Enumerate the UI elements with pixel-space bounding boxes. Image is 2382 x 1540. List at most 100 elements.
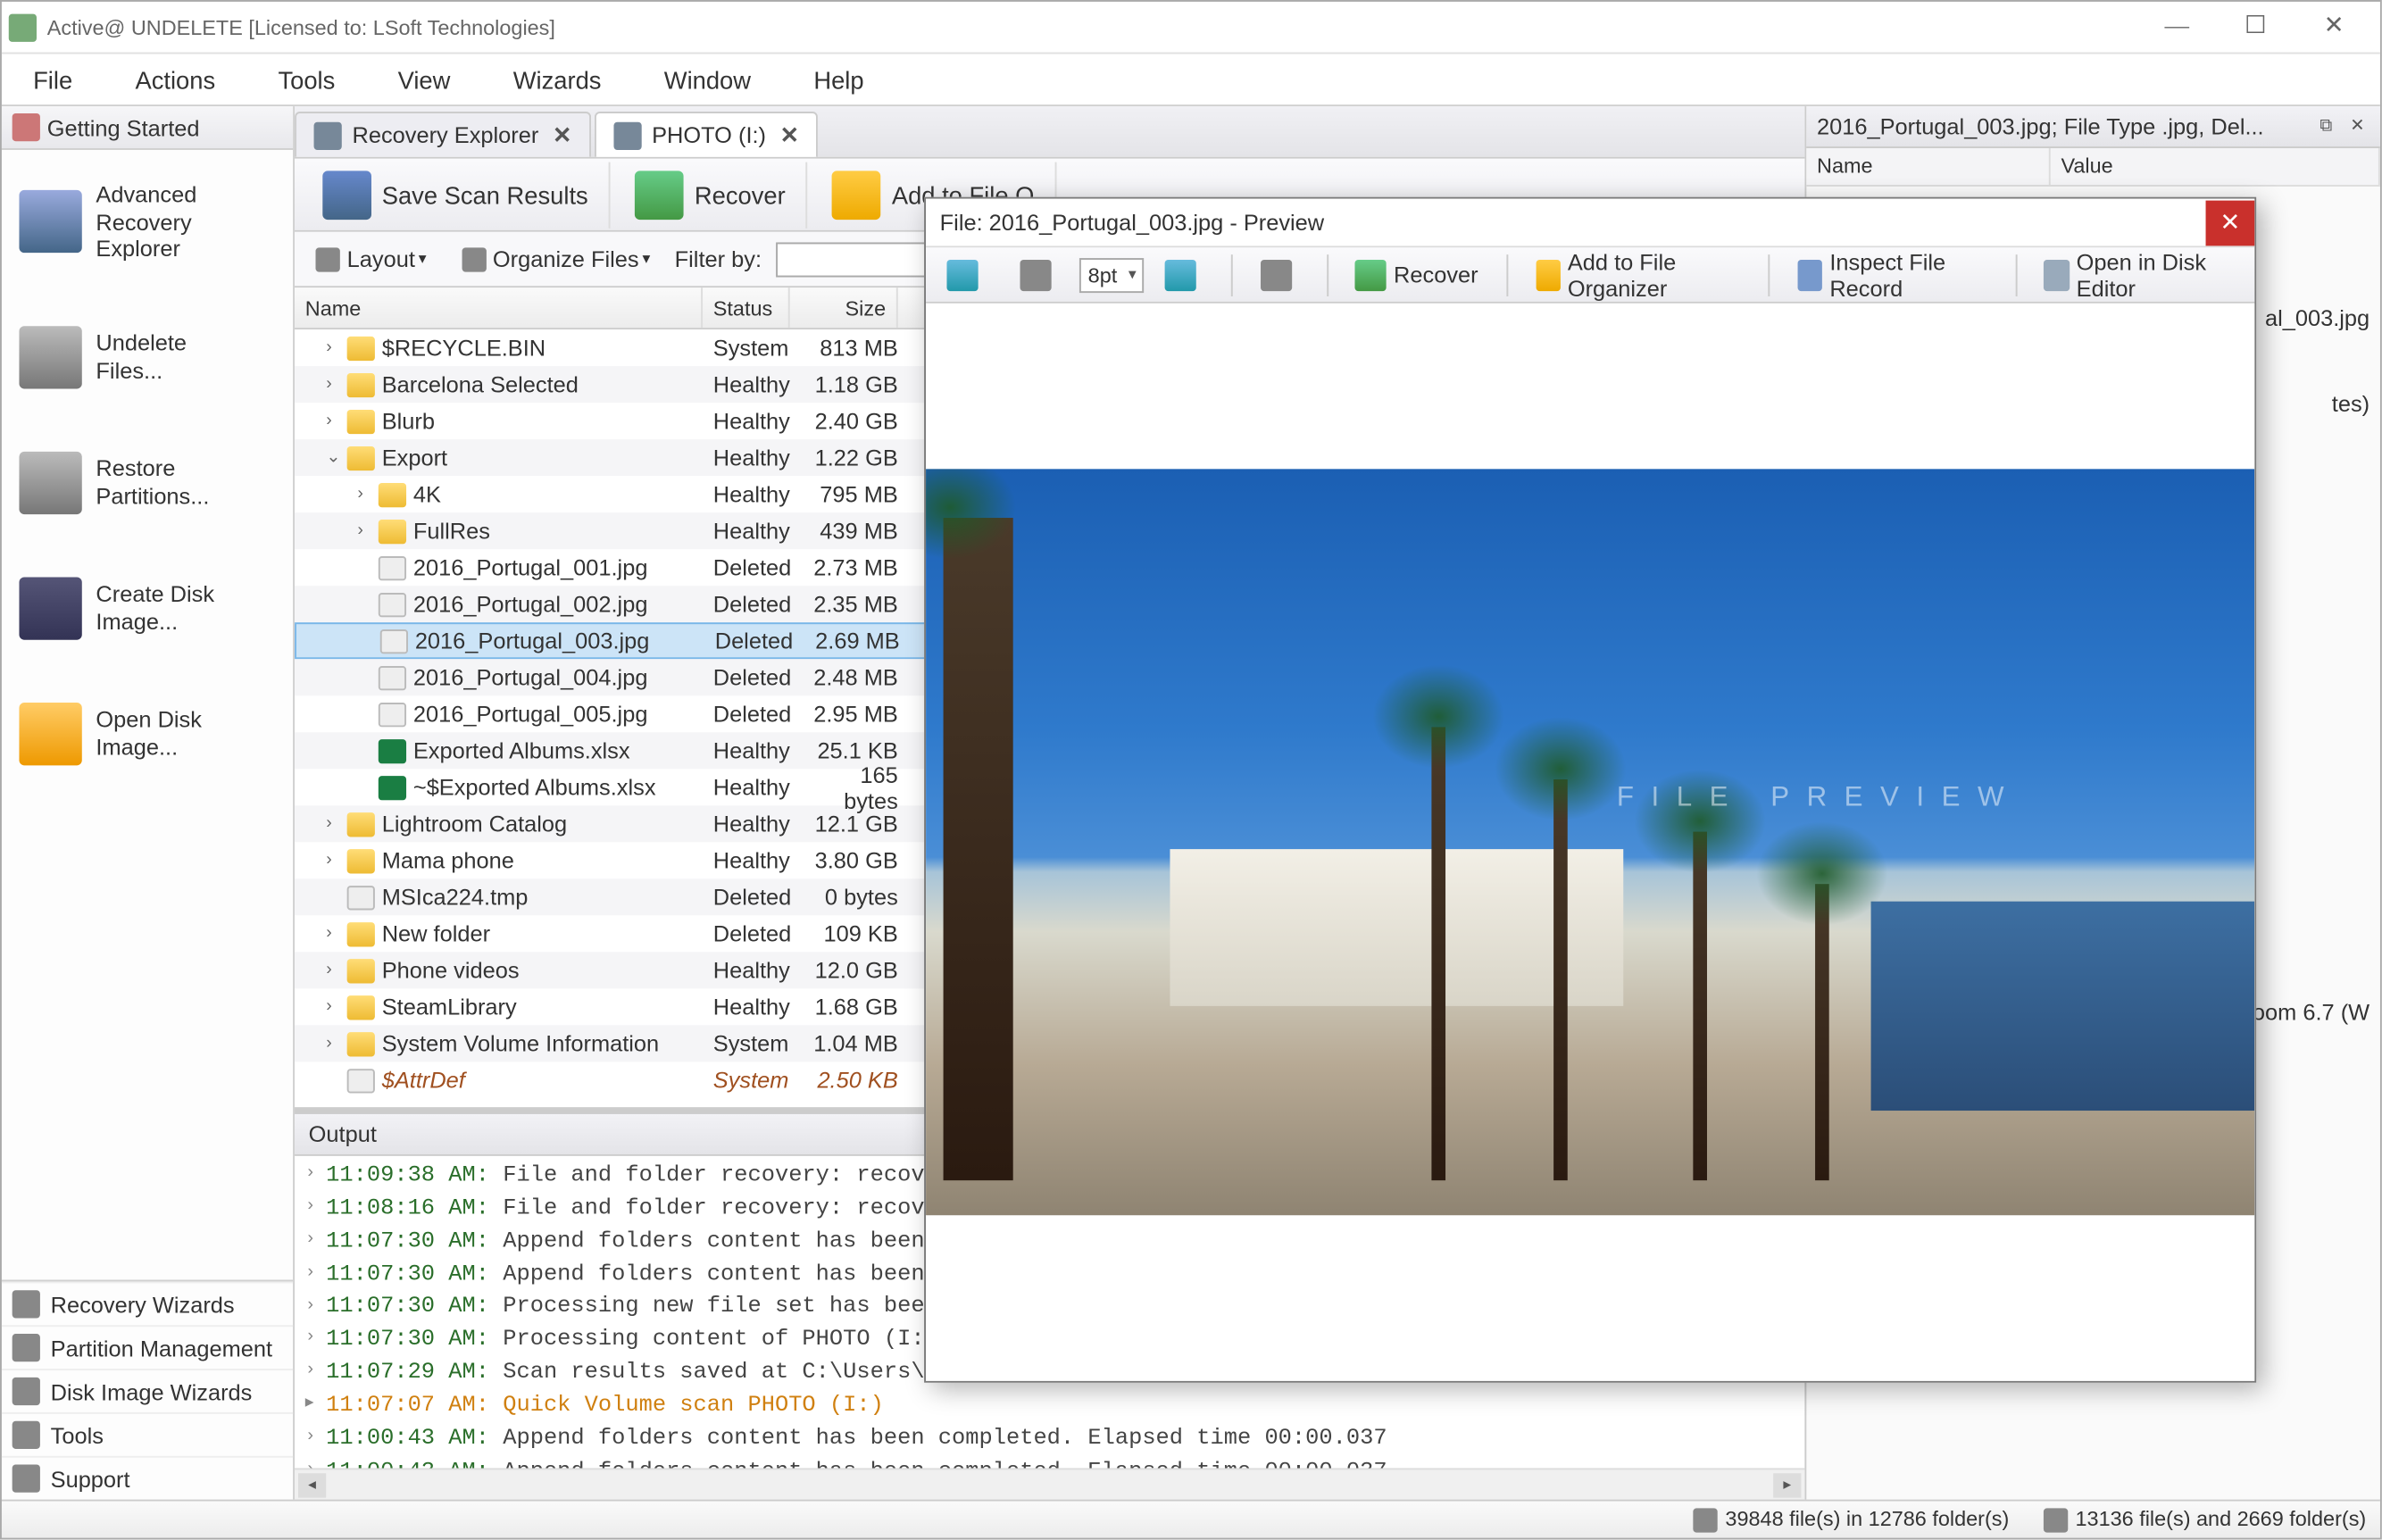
prop-col-value[interactable]: Value [2051, 148, 2380, 185]
sidebar-bottom-link[interactable]: Recovery Wizards [2, 1281, 293, 1325]
preview-title-bar[interactable]: File: 2016_Portugal_003.jpg - Preview ✕ [926, 199, 2254, 248]
expand-arrow-icon[interactable]: › [326, 338, 346, 357]
file-status: System [713, 1067, 801, 1093]
file-status: Deleted [713, 701, 801, 727]
column-size[interactable]: Size [790, 287, 898, 328]
menu-window[interactable]: Window [633, 55, 783, 104]
preview-refresh-button[interactable] [1150, 254, 1216, 296]
expand-arrow-icon[interactable]: › [326, 851, 346, 870]
file-name-cell: ›Mama phone [305, 847, 713, 873]
maximize-button[interactable]: ☐ [2216, 3, 2295, 52]
expand-arrow-icon[interactable]: › [326, 961, 346, 979]
sidebar-tool-item[interactable]: Open DiskImage... [9, 688, 287, 779]
expand-arrow-icon[interactable]: › [326, 1034, 346, 1053]
expand-arrow-icon[interactable]: › [357, 485, 378, 504]
sidebar-tool-item[interactable]: AdvancedRecoveryExplorer [9, 167, 287, 277]
preview-font-select[interactable]: 8pt [1079, 257, 1144, 292]
expand-arrow-icon[interactable]: › [357, 521, 378, 540]
preview-recover-button[interactable]: Recover [1341, 254, 1492, 296]
menu-file[interactable]: File [2, 55, 104, 104]
content-area: Getting Started AdvancedRecoveryExplorer… [2, 106, 2380, 1499]
file-status: Healthy [713, 811, 801, 837]
sidebar-tool-item[interactable]: Create DiskImage... [9, 562, 287, 653]
expand-arrow-icon[interactable]: › [326, 375, 346, 394]
sidebar-bottom-link[interactable]: Partition Management [2, 1325, 293, 1369]
log-timestamp: 11:07:07 AM: [326, 1389, 489, 1422]
file-status: Healthy [713, 481, 801, 507]
sidebar-bottom-link[interactable]: Tools [2, 1412, 293, 1456]
sidebar-bottom-link[interactable]: Disk Image Wizards [2, 1369, 293, 1412]
scroll-right-button[interactable]: ▸ [1773, 1472, 1801, 1496]
preview-inspect-button[interactable]: Inspect File Record [1784, 243, 2002, 305]
preview-settings-button[interactable] [1245, 254, 1312, 296]
organize-files-button[interactable]: Organize Files ▾ [451, 241, 661, 278]
expand-arrow-icon[interactable]: ⌄ [326, 448, 346, 467]
preview-add-organizer-button[interactable]: Add to File Organizer [1521, 243, 1754, 305]
preview-close-button[interactable]: ✕ [2206, 200, 2255, 246]
properties-pin-button[interactable]: ⧉ [2314, 114, 2338, 138]
log-timestamp: 11:08:16 AM: [326, 1193, 489, 1226]
log-line[interactable]: ›11:00:43 AM: Append folders content has… [305, 1455, 1795, 1468]
prop-col-name[interactable]: Name [1806, 148, 2050, 185]
menu-help[interactable]: Help [782, 55, 895, 104]
sidebar-bottom-link[interactable]: Support [2, 1456, 293, 1500]
file-size: 439 MB [800, 518, 908, 544]
log-text: Quick Volume scan PHOTO (I:) [489, 1389, 884, 1422]
layout-button[interactable]: Layout ▾ [305, 241, 437, 278]
separator [1326, 254, 1328, 296]
preview-image: FILE PREVIEW [926, 469, 2254, 1215]
scroll-left-button[interactable]: ◂ [298, 1472, 326, 1496]
document-tab[interactable]: Recovery Explorer✕ [295, 112, 591, 157]
preview-hex-mode-button[interactable] [1006, 254, 1072, 296]
file-name: Barcelona Selected [382, 371, 579, 397]
tool-label: UndeleteFiles... [96, 329, 187, 384]
menu-tools[interactable]: Tools [246, 55, 366, 104]
close-button[interactable]: ✕ [2295, 3, 2373, 52]
file-name: 2016_Portugal_002.jpg [413, 591, 648, 617]
disk-editor-icon [2045, 259, 2070, 290]
tab-close-button[interactable]: ✕ [780, 121, 799, 149]
file-status: Healthy [713, 737, 801, 763]
palm-shape [1553, 779, 1568, 1180]
output-hscrollbar[interactable]: ◂ ▸ [295, 1468, 1804, 1499]
preview-image-mode-button[interactable] [933, 254, 999, 296]
expand-arrow-icon[interactable]: › [326, 997, 346, 1016]
preview-image-area: FILE PREVIEW [926, 304, 2254, 1381]
expand-arrow-icon[interactable]: › [326, 924, 346, 943]
expand-arrow-icon[interactable]: › [326, 412, 346, 430]
log-timestamp: 11:07:30 AM: [326, 1291, 489, 1324]
file-status: Healthy [713, 994, 801, 1020]
menu-wizards[interactable]: Wizards [482, 55, 633, 104]
tab-close-button[interactable]: ✕ [553, 121, 571, 149]
file-size: 1.22 GB [800, 445, 908, 470]
log-line[interactable]: ›11:00:43 AM: Append folders content has… [305, 1422, 1795, 1455]
log-timestamp: 11:00:43 AM: [326, 1455, 489, 1468]
column-status[interactable]: Status [703, 287, 790, 328]
log-arrow-icon: › [305, 1294, 326, 1319]
doc-icon [379, 592, 406, 616]
folder-icon [379, 519, 406, 543]
preview-disk-editor-button[interactable]: Open in Disk Editor [2030, 243, 2248, 305]
menu-view[interactable]: View [366, 55, 481, 104]
minimize-button[interactable]: — [2137, 3, 2216, 52]
column-name[interactable]: Name [295, 287, 703, 328]
file-size: 795 MB [800, 481, 908, 507]
status-right: 13136 file(s) and 2669 folder(s) [2044, 1507, 2366, 1533]
document-icon [1694, 1508, 1718, 1532]
toolbar-button[interactable]: Save Scan Results [302, 162, 611, 228]
file-status: Deleted [715, 628, 803, 653]
document-tab[interactable]: PHOTO (I:)✕ [595, 112, 819, 157]
menu-actions[interactable]: Actions [104, 55, 246, 104]
log-line[interactable]: ▸11:07:07 AM: Quick Volume scan PHOTO (I… [305, 1389, 1795, 1422]
log-arrow-icon: › [305, 1459, 326, 1468]
sidebar-tool-item[interactable]: RestorePartitions... [9, 437, 287, 529]
gear-icon [1260, 259, 1291, 290]
properties-close-button[interactable]: ✕ [2345, 114, 2370, 138]
sidebar-tool-item[interactable]: UndeleteFiles... [9, 312, 287, 403]
xls-icon [379, 775, 406, 799]
properties-title: 2016_Portugal_003.jpg; File Type .jpg, D… [1817, 113, 2307, 139]
log-text: Append folders content has been complete… [489, 1455, 1387, 1468]
toolbar-button[interactable]: Recover [614, 162, 808, 228]
app-icon [9, 13, 37, 41]
expand-arrow-icon[interactable]: › [326, 814, 346, 833]
